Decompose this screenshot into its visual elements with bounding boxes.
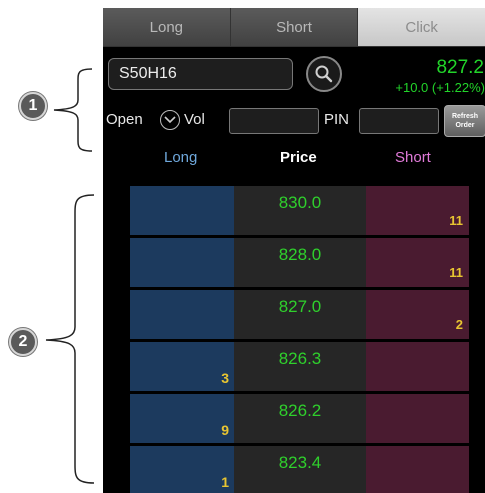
symbol-input[interactable]: [108, 58, 293, 90]
ladder-header-long: Long: [164, 149, 198, 166]
short-qty: 2: [455, 317, 463, 332]
ladder-short-cell[interactable]: [366, 394, 469, 443]
ladder-long-cell[interactable]: [130, 238, 234, 287]
price-change: +10.0 (+1.22%): [395, 80, 485, 95]
ladder-price: 830.0: [278, 193, 322, 212]
ladder-header-price: Price: [280, 149, 317, 166]
ladder-row: 828.0 11: [130, 238, 469, 287]
refresh-order-button[interactable]: Refresh Order: [444, 105, 485, 137]
ladder-price: 826.3: [278, 349, 322, 368]
chevron-down-icon: [164, 116, 176, 124]
ladder-price-cell: 823.4: [234, 446, 366, 493]
ladder-long-cell[interactable]: [130, 290, 234, 339]
ladder-price-cell: 826.2: [234, 394, 366, 443]
app-panel: Long Short Click 827.2 +10.0 (+1.22%) Op…: [103, 8, 485, 493]
ladder-price-cell: 827.0: [234, 290, 366, 339]
callout-2: 2: [9, 328, 37, 356]
ladder-short-cell[interactable]: 2: [366, 290, 469, 339]
callout-1: 1: [19, 92, 47, 120]
ladder-short-cell[interactable]: 11: [366, 186, 469, 235]
pin-label: PIN: [324, 111, 350, 128]
ladder-row: 830.0 11: [130, 186, 469, 235]
ladder-price: 828.0: [278, 245, 322, 264]
tab-click[interactable]: Click: [358, 8, 485, 46]
price-ladder: 830.0 11 828.0 11 827.0 2 3 826.3 9 826.…: [130, 186, 469, 493]
refresh-label-line2: Order: [455, 122, 475, 129]
search-button[interactable]: [306, 56, 342, 92]
tab-bar: Long Short Click: [103, 8, 485, 47]
open-label: Open: [106, 111, 143, 128]
callout-1-number: 1: [28, 97, 38, 114]
short-qty: 11: [449, 265, 463, 280]
vol-input[interactable]: [229, 108, 319, 134]
ladder-price: 827.0: [278, 297, 322, 316]
ladder-price: 826.2: [278, 401, 322, 420]
ladder-header-short: Short: [395, 149, 431, 166]
ladder-row: 827.0 2: [130, 290, 469, 339]
brace-1: [53, 68, 93, 152]
ladder-row: 9 826.2: [130, 394, 469, 443]
callout-2-number: 2: [18, 333, 28, 350]
order-row: Open Vol PIN Refresh Order: [103, 101, 485, 141]
pin-input[interactable]: [359, 108, 439, 134]
ladder-short-cell[interactable]: [366, 446, 469, 493]
vol-label: Vol: [184, 111, 205, 128]
tab-long[interactable]: Long: [103, 8, 231, 46]
search-icon: [315, 65, 333, 83]
brace-2: [45, 194, 95, 484]
ladder-long-cell[interactable]: 3: [130, 342, 234, 391]
symbol-row: 827.2 +10.0 (+1.22%): [103, 47, 485, 101]
screen: 1 2 Long Short Click 827.2 +10.0 (+1.22%…: [0, 0, 485, 493]
ladder-short-cell[interactable]: 11: [366, 238, 469, 287]
long-qty: 9: [221, 422, 229, 438]
open-dropdown[interactable]: [160, 110, 180, 130]
long-qty: 1: [221, 474, 229, 490]
ladder-row: 3 826.3: [130, 342, 469, 391]
ladder-long-cell[interactable]: [130, 186, 234, 235]
long-qty: 3: [221, 370, 229, 386]
ladder-price-cell: 830.0: [234, 186, 366, 235]
ladder-long-cell[interactable]: 1: [130, 446, 234, 493]
ladder-short-cell[interactable]: [366, 342, 469, 391]
ladder-long-cell[interactable]: 9: [130, 394, 234, 443]
ladder-price: 823.4: [278, 453, 322, 472]
last-price: 827.2: [436, 57, 484, 78]
ladder-row: 1 823.4: [130, 446, 469, 493]
ladder-price-cell: 828.0: [234, 238, 366, 287]
ladder-price-cell: 826.3: [234, 342, 366, 391]
short-qty: 11: [449, 213, 463, 228]
tab-short[interactable]: Short: [230, 8, 359, 46]
ladder-header: Long Price Short: [103, 141, 485, 177]
refresh-label-line1: Refresh: [451, 113, 479, 120]
